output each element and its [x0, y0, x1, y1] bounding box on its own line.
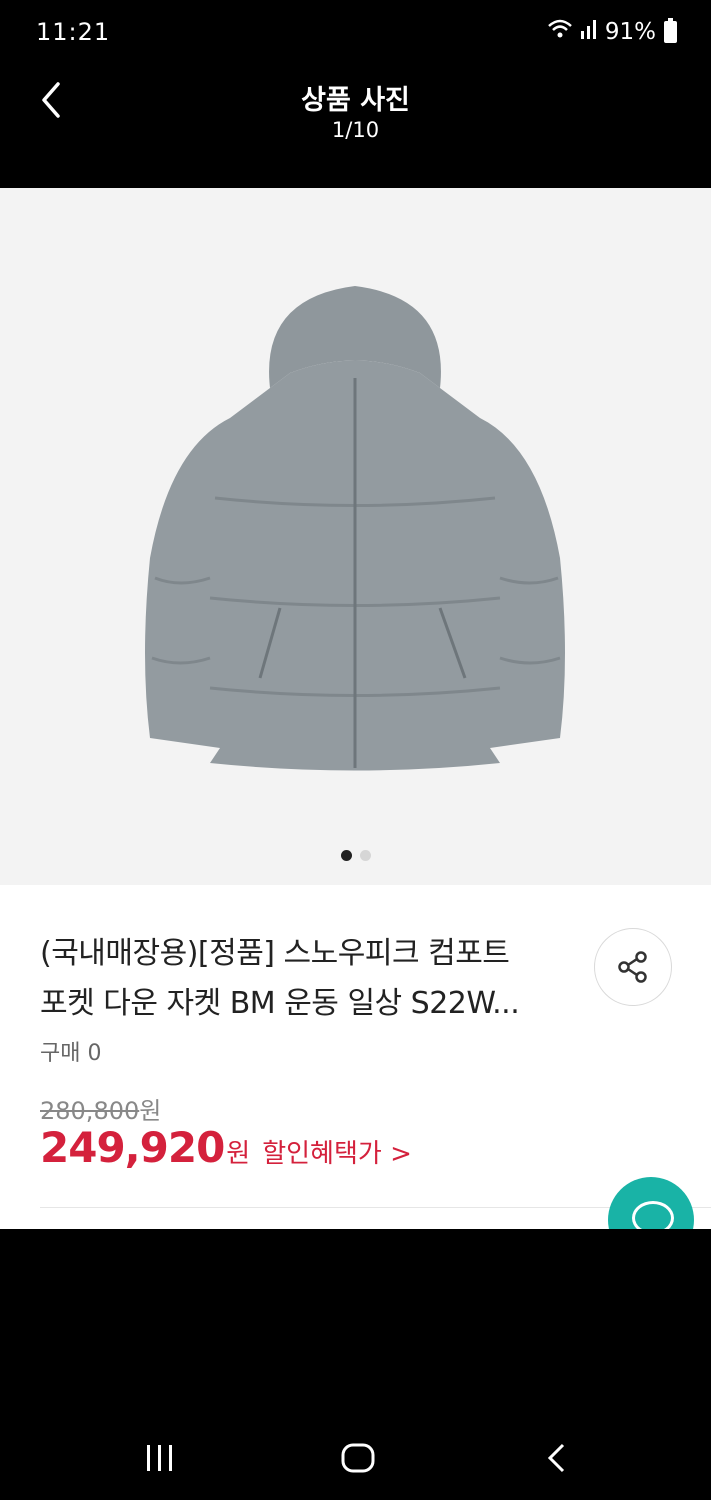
page-title: 상품 사진 [301, 85, 410, 116]
product-image-gallery[interactable] [0, 188, 711, 885]
top-bar: 상품 사진 1/10 [0, 66, 711, 188]
status-bar: 11:21 91% [0, 0, 711, 66]
system-navigation-bar [0, 1400, 711, 1500]
recent-apps-button[interactable] [145, 1442, 175, 1478]
discount-benefit-link[interactable]: 할인혜택가 > [262, 1133, 412, 1170]
mask [0, 1229, 711, 1289]
product-title-line2: 포켓 다운 자켓 BM 운동 일상 S22W... [40, 986, 520, 1021]
purchase-count: 구매 0 [40, 1041, 102, 1066]
sale-price-row: 249,920 원 할인혜택가 > [40, 1123, 412, 1172]
wifi-icon [547, 18, 573, 46]
sale-price-unit: 원 [226, 1139, 251, 1169]
home-button[interactable] [340, 1442, 376, 1478]
original-price-value: 280,800 [40, 1097, 140, 1125]
product-title: (국내매장용)[정품] 스노우피크 컴포트 포켓 다운 자켓 BM 운동 일상 … [40, 929, 580, 1029]
product-title-line1: (국내매장용)[정품] 스노우피크 컴포트 [40, 936, 510, 971]
battery-level: 91% [604, 19, 656, 45]
pagination-dot-active[interactable] [340, 850, 352, 861]
status-icons: 91% [547, 18, 677, 46]
recent-apps-icon [147, 1445, 172, 1471]
signal-icon [580, 19, 597, 45]
share-icon [618, 951, 647, 983]
home-icon [341, 1443, 375, 1473]
clock: 11:21 [36, 18, 111, 46]
gallery-pagination [0, 850, 711, 861]
system-back-button[interactable] [545, 1442, 569, 1478]
share-button[interactable] [594, 928, 672, 1006]
system-back-icon [547, 1443, 565, 1473]
image-counter: 1/10 [331, 118, 380, 142]
product-info: (국내매장용)[정품] 스노우피크 컴포트 포켓 다운 자켓 BM 운동 일상 … [0, 885, 711, 1289]
original-price-unit: 원 [139, 1097, 162, 1125]
product-jacket-image [145, 286, 565, 771]
sale-price: 249,920 [40, 1123, 225, 1172]
battery-icon [664, 18, 677, 43]
original-price: 280,800원 [40, 1091, 161, 1126]
pagination-dot[interactable] [359, 850, 371, 861]
